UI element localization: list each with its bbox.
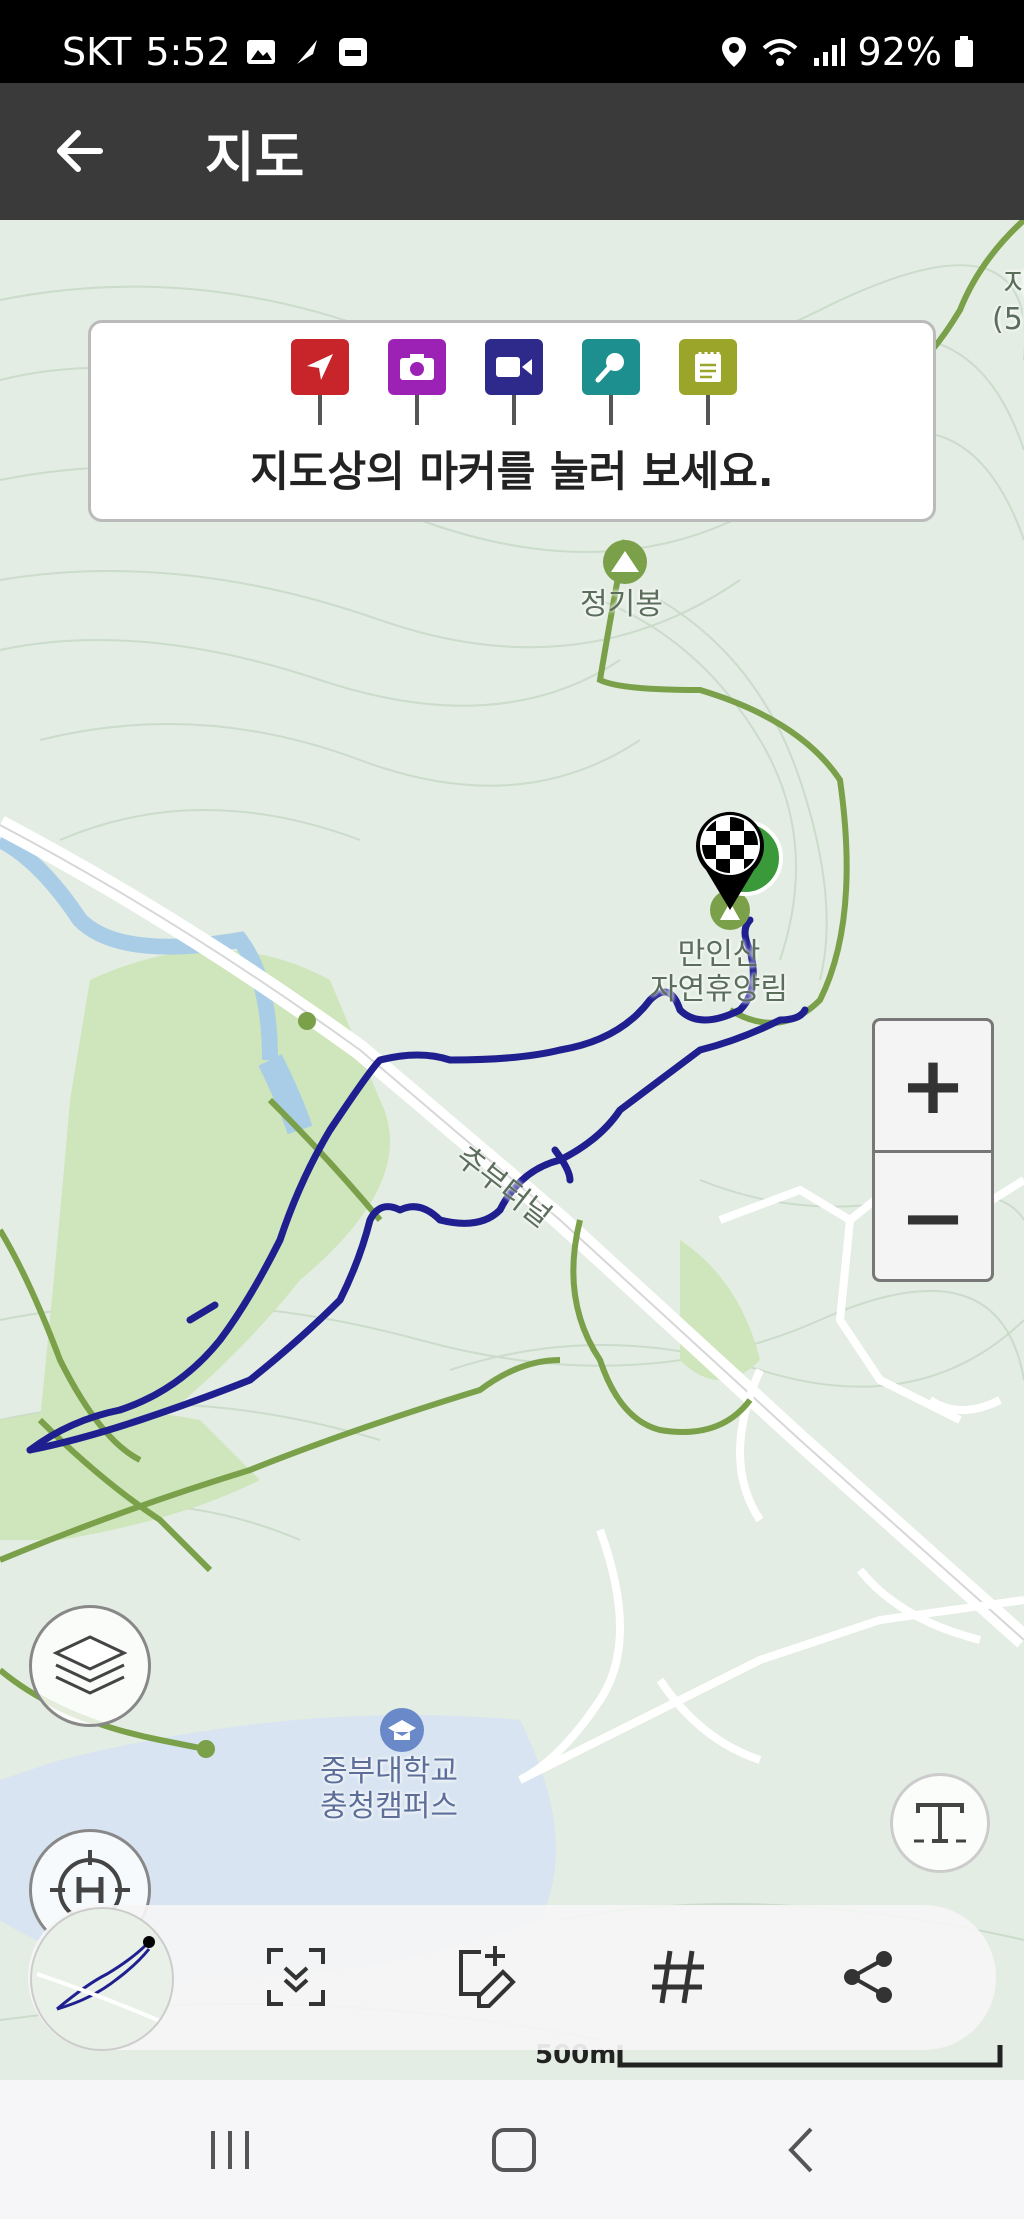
navigation-arrow-icon xyxy=(307,354,333,380)
layers-icon xyxy=(52,1635,128,1695)
photo-marker[interactable] xyxy=(388,339,446,429)
feather-icon xyxy=(296,40,317,64)
university-label: 중부대학교 충청캠퍼스 xyxy=(320,1754,458,1824)
arrow-left-icon[interactable] xyxy=(50,121,110,181)
image-icon xyxy=(246,40,275,64)
app-bar: 지도 xyxy=(0,83,1024,220)
home-icon xyxy=(492,2128,536,2172)
hashtag-button[interactable] xyxy=(642,1941,714,2013)
minimap-thumbnail[interactable] xyxy=(30,1907,174,2051)
page-title: 지도 xyxy=(205,126,305,189)
text-format-icon xyxy=(914,1803,966,1843)
recents-icon xyxy=(211,2131,249,2169)
video-marker[interactable] xyxy=(485,339,543,429)
carrier: SKT xyxy=(62,30,132,74)
video-camera-icon xyxy=(496,357,532,377)
memo-marker[interactable] xyxy=(679,339,737,429)
poi-dot-icon[interactable] xyxy=(298,1012,316,1030)
minimap-icon xyxy=(37,1936,167,2026)
camera-icon xyxy=(400,354,434,380)
wifi-icon xyxy=(762,39,797,66)
fit-icon xyxy=(267,1948,325,2006)
fit-to-track-button[interactable] xyxy=(260,1941,332,2013)
direction-marker[interactable] xyxy=(291,339,349,429)
location-icon xyxy=(721,37,746,67)
mountain-icon[interactable] xyxy=(603,540,647,584)
pay-icon xyxy=(338,38,367,66)
edit-marker-icon xyxy=(459,1946,516,2008)
zoom-control: + − xyxy=(872,1018,994,1282)
layers-button[interactable] xyxy=(29,1605,151,1727)
zoom-in-button[interactable]: + xyxy=(875,1021,991,1150)
zoom-out-button[interactable]: − xyxy=(875,1153,991,1282)
share-button[interactable] xyxy=(832,1941,904,2013)
time: 5:52 xyxy=(145,30,231,74)
text-label-button[interactable] xyxy=(890,1773,990,1873)
back-button[interactable] xyxy=(772,2120,832,2180)
peak-label: 정기봉 xyxy=(580,587,663,622)
bottom-toolbar xyxy=(28,1905,996,2051)
voice-marker[interactable] xyxy=(582,339,640,429)
back-icon xyxy=(788,2127,813,2173)
edge-label: 지 (50 xyxy=(992,267,1024,337)
status-bar: SKT 5:52 92% xyxy=(0,0,1024,83)
marker-legend-panel: 지도상의 마커를 눌러 보세요. xyxy=(88,320,936,522)
microphone-icon xyxy=(595,353,624,383)
signal-icon xyxy=(813,38,845,66)
university-icon[interactable] xyxy=(380,1708,424,1752)
battery-percent: 92% xyxy=(857,30,942,74)
marker-instruction: 지도상의 마커를 눌러 보세요. xyxy=(250,447,774,496)
recents-button[interactable] xyxy=(200,2120,260,2180)
share-icon xyxy=(844,1951,892,2003)
home-button[interactable] xyxy=(484,2120,544,2180)
edit-marker-button[interactable] xyxy=(450,1941,522,2013)
hashtag-icon xyxy=(652,1950,704,2004)
system-nav-bar xyxy=(0,2080,1024,2219)
forest-label: 만인산 자연휴양림 xyxy=(650,937,788,1007)
battery-icon xyxy=(955,36,973,67)
notepad-icon xyxy=(695,352,721,382)
poi-dot-icon[interactable] xyxy=(197,1740,215,1758)
